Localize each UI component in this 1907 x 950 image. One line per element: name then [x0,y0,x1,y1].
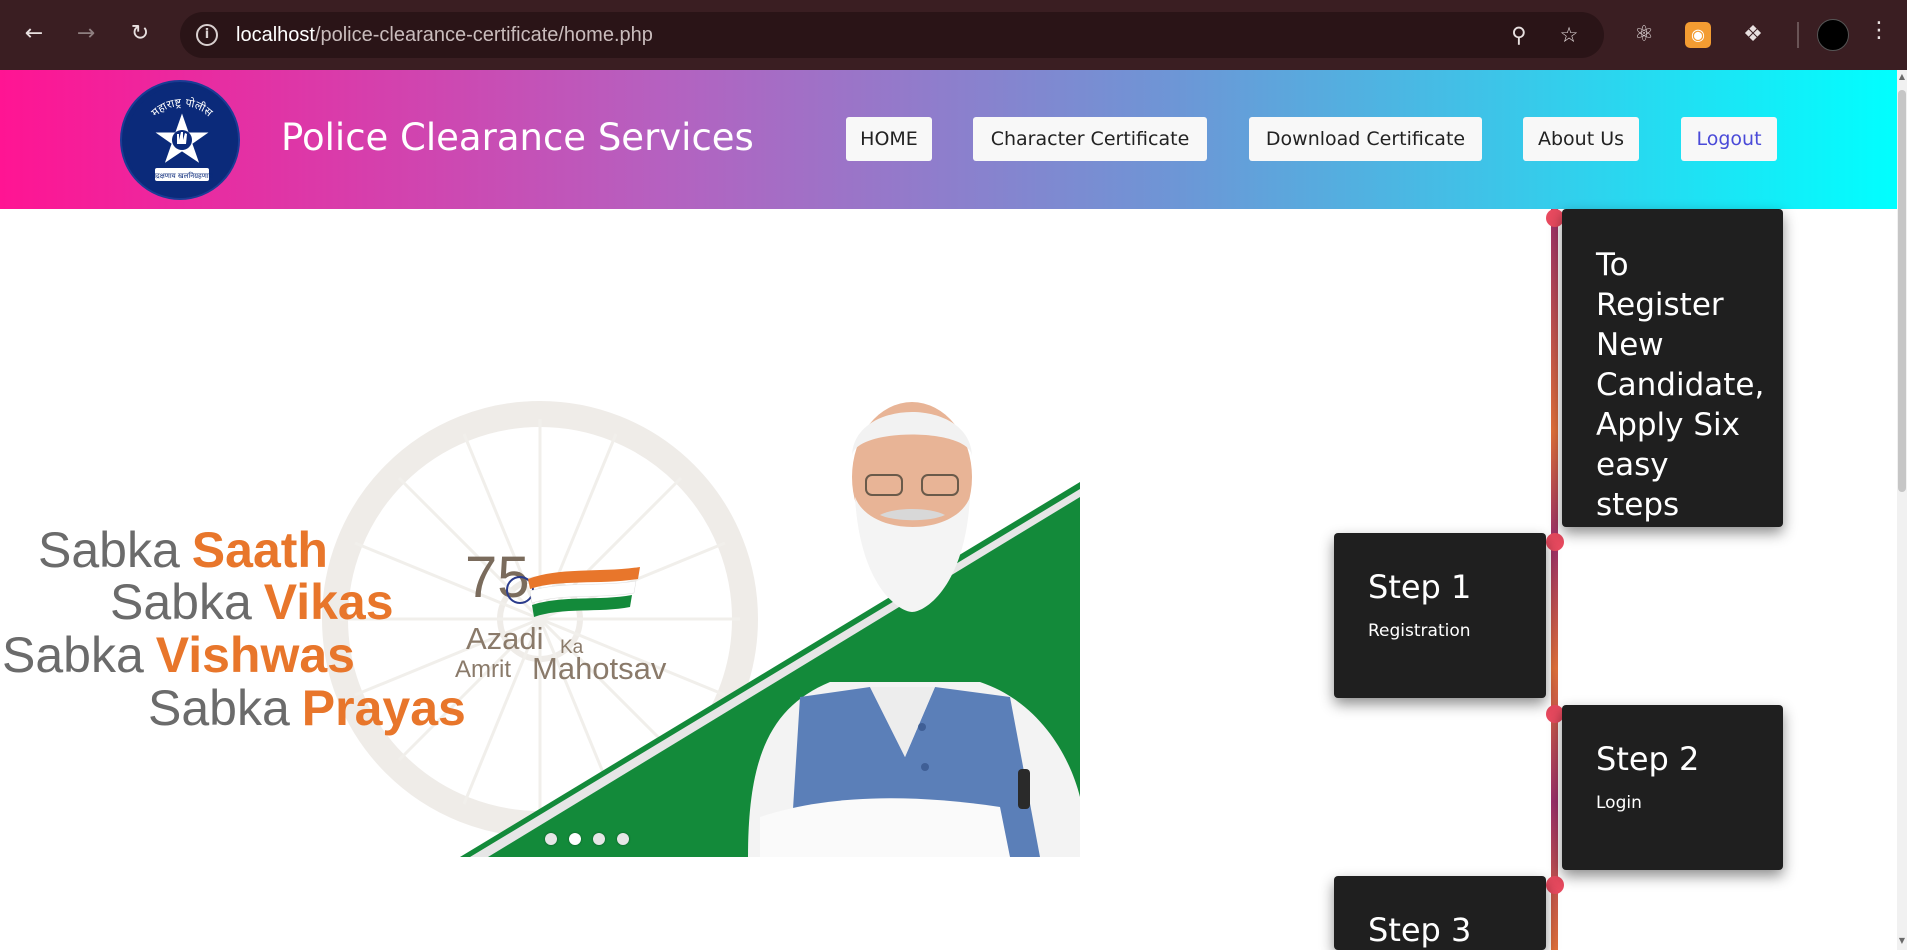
timeline-step-card: Step 2 Login [1562,705,1783,870]
forward-arrow-icon[interactable]: → [70,18,102,50]
carousel-dot-4[interactable] [617,833,629,845]
info-icon[interactable]: i [196,24,218,46]
emblem-mahotsav: Mahotsav [532,651,667,686]
url-text[interactable]: localhost/police-clearance-certificate/h… [236,24,653,47]
hero-carousel[interactable]: Sabka Saath Sabka Vikas Sabka Vishwas Sabka… [0,397,1080,857]
carousel-dot-2[interactable] [569,833,581,845]
scroll-up-arrow-icon[interactable]: ▲ [1897,72,1907,81]
slogan-word-2: Saath [192,522,328,578]
step-description: Login [1596,793,1642,813]
nav-home-button[interactable]: HOME [846,117,932,161]
back-arrow-icon[interactable]: ← [18,18,50,50]
slogan-word-3: Sabka [110,574,252,630]
step-title: Step 3 [1368,911,1472,949]
toolbar-divider [1797,22,1799,48]
site-title: Police Clearance Services [281,116,754,159]
timeline-line [1551,209,1558,950]
url-host: localhost [236,24,315,46]
svg-text:SabkaVikas: Sabka Vikas [110,574,394,630]
timeline-dot [1546,876,1564,894]
nav-download-certificate-button[interactable]: Download Certificate [1249,117,1482,161]
bookmark-star-icon[interactable]: ☆ [1556,22,1582,48]
logo-text-bottom: सद्रक्षणाय खलनिग्रहणाय [151,171,213,180]
svg-text:SabkaSaath: Sabka Saath [38,522,328,578]
carousel-dot-1[interactable] [545,833,557,845]
slogan-word-8: Prayas [302,680,466,736]
timeline-intro-card: To Register New Candidate, Apply Six eas… [1562,209,1783,527]
slogan-word-6: Vishwas [156,627,355,683]
url-path: /police-clearance-certificate/home.php [314,24,653,46]
timeline-step-card: Step 1 Registration [1334,533,1546,698]
carousel-dot-3[interactable] [593,833,605,845]
extension-icon[interactable]: ◉ [1685,22,1711,48]
zoom-icon[interactable]: ⚲ [1506,22,1532,48]
extensions-puzzle-icon[interactable]: ❖ [1738,20,1768,50]
scroll-down-arrow-icon[interactable]: ▼ [1897,936,1907,945]
site-header: महाराष्ट्र पोलीस सद्रक्षणाय खलनिग्रहणाय … [0,70,1897,209]
timeline-step-card: Step 3 [1334,876,1546,950]
police-emblem-icon: महाराष्ट्र पोलीस सद्रक्षणाय खलनिग्रहणाय [126,86,238,198]
police-logo: महाराष्ट्र पोलीस सद्रक्षणाय खलनिग्रहणाय [120,80,240,200]
browser-toolbar: ← → ↻ i localhost/police-clearance-certi… [0,0,1907,70]
profile-avatar[interactable] [1817,19,1849,51]
nav-about-us-button[interactable]: About Us [1523,117,1639,161]
svg-text:SabkaVishwas: Sabka Vishwas [2,627,355,683]
reload-icon[interactable]: ↻ [124,18,156,50]
slogan-word-4: Vikas [264,574,394,630]
step-description: Registration [1368,621,1471,641]
nav-logout-button[interactable]: Logout [1681,117,1777,161]
slogan-word-7: Sabka [148,680,290,736]
kebab-menu-icon[interactable]: ⋮ [1868,18,1890,43]
address-bar[interactable]: i localhost/police-clearance-certificate… [180,12,1604,58]
carousel-slide-image: Sabka Saath Sabka Vikas Sabka Vishwas Sabka… [2,401,1080,857]
scrollbar-thumb[interactable] [1898,90,1906,492]
slogan-word-1: Sabka [38,522,180,578]
nav-character-certificate-button[interactable]: Character Certificate [973,117,1207,161]
emblem-amrit: Amrit [455,656,511,683]
react-devtools-icon[interactable]: ⚛ [1629,20,1659,50]
svg-text:SabkaPrayas: Sabka Prayas [148,680,466,736]
timeline-dot [1546,533,1564,551]
slogan-word-5: Sabka [2,627,144,683]
carousel-indicators [545,832,641,850]
step-title: Step 1 [1368,568,1472,606]
step-title: Step 2 [1596,740,1700,778]
